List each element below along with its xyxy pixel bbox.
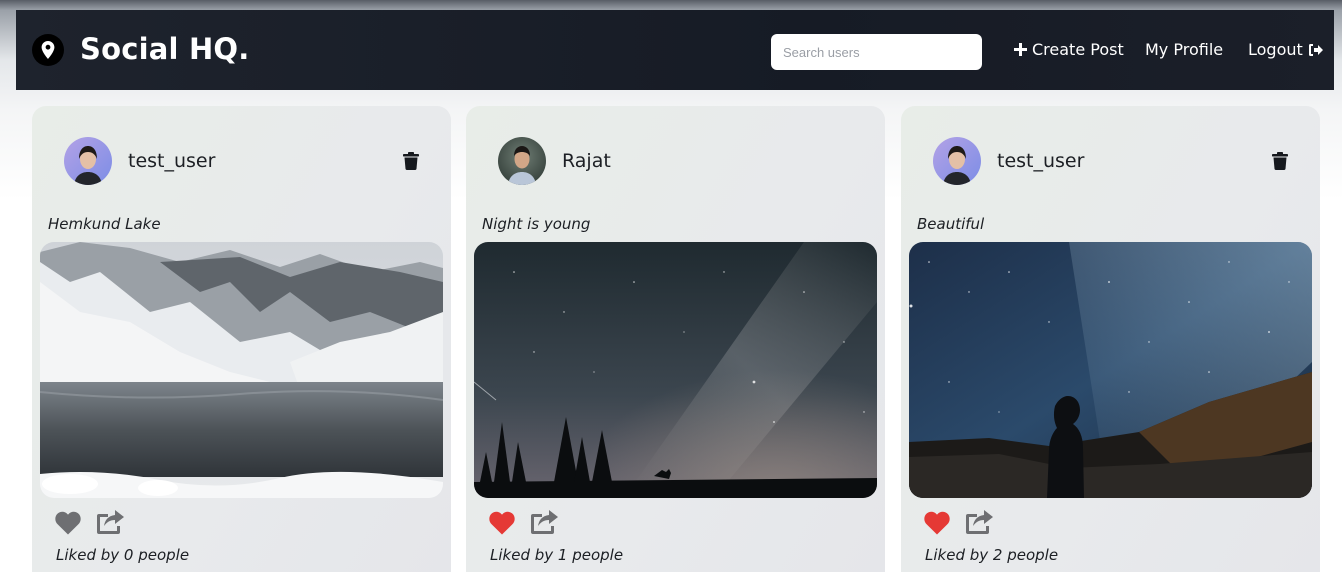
- heart-icon[interactable]: [55, 511, 81, 535]
- post-caption: Beautiful: [917, 215, 985, 233]
- trash-icon[interactable]: [403, 152, 419, 170]
- share-icon[interactable]: [529, 509, 559, 536]
- create-post-label: Create Post: [1032, 40, 1124, 59]
- share-icon[interactable]: [95, 509, 125, 536]
- plus-icon: [1014, 43, 1027, 56]
- post-card: Rajat Night is young Liked by 1 people: [466, 106, 885, 572]
- post-caption: Hemkund Lake: [48, 215, 161, 233]
- trash-icon[interactable]: [1272, 152, 1288, 170]
- map-pin-icon: [32, 34, 64, 66]
- likes-count[interactable]: Liked by 2 people: [925, 546, 1058, 564]
- avatar[interactable]: [933, 137, 981, 185]
- share-icon[interactable]: [964, 509, 994, 536]
- post-username[interactable]: test_user: [997, 150, 1084, 172]
- logout-link[interactable]: Logout: [1248, 40, 1324, 59]
- post-image[interactable]: [474, 242, 877, 498]
- post-card: test_user Hemkund Lake Liked by 0 people: [32, 106, 451, 572]
- post-username[interactable]: Rajat: [562, 150, 611, 172]
- sign-out-icon: [1308, 43, 1323, 56]
- brand-title[interactable]: Social HQ.: [80, 32, 250, 66]
- search-users-input[interactable]: [771, 34, 982, 70]
- likes-count[interactable]: Liked by 0 people: [56, 546, 189, 564]
- heart-icon[interactable]: [489, 511, 515, 535]
- post-username[interactable]: test_user: [128, 150, 215, 172]
- post-image[interactable]: [40, 242, 443, 498]
- my-profile-link[interactable]: My Profile: [1145, 40, 1223, 59]
- my-profile-label: My Profile: [1145, 40, 1224, 59]
- create-post-link[interactable]: Create Post: [1014, 40, 1124, 59]
- logout-label: Logout: [1248, 40, 1303, 59]
- post-caption: Night is young: [482, 215, 591, 233]
- likes-count[interactable]: Liked by 1 people: [490, 546, 623, 564]
- post-image[interactable]: [909, 242, 1312, 498]
- avatar[interactable]: [498, 137, 546, 185]
- heart-icon[interactable]: [924, 511, 950, 535]
- post-card: test_user Beautiful Liked by 2 people: [901, 106, 1320, 572]
- avatar[interactable]: [64, 137, 112, 185]
- top-navbar: Social HQ. Create Post My Profile Logout: [16, 10, 1334, 90]
